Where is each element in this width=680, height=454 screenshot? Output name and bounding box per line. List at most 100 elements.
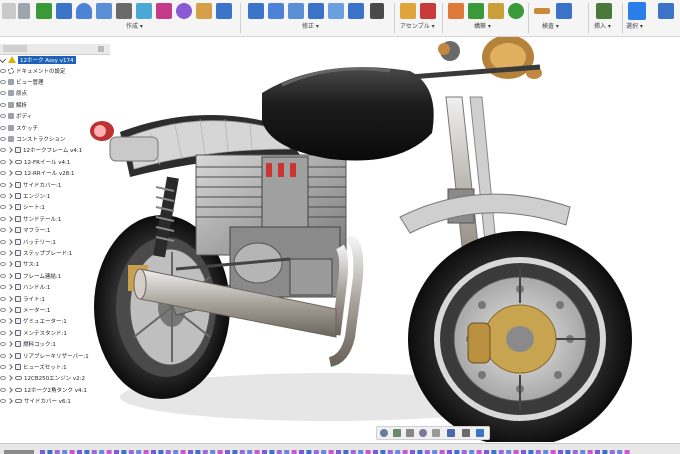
measure-icon[interactable] bbox=[534, 8, 550, 14]
fuel-tank[interactable] bbox=[262, 67, 434, 161]
timeline-feature[interactable] bbox=[262, 450, 267, 454]
timeline-feature[interactable] bbox=[269, 450, 275, 454]
visibility-eye-icon[interactable] bbox=[0, 228, 6, 233]
visibility-eye-icon[interactable] bbox=[0, 239, 6, 244]
chevron-right-icon[interactable] bbox=[7, 341, 13, 347]
timeline-feature[interactable] bbox=[254, 450, 260, 454]
chevron-right-icon[interactable] bbox=[7, 272, 13, 279]
front-wheel[interactable] bbox=[408, 231, 632, 447]
timeline-feature[interactable] bbox=[402, 450, 408, 454]
timeline-feature[interactable] bbox=[128, 450, 134, 454]
timeline-feature[interactable] bbox=[484, 450, 489, 454]
chevron-right-icon[interactable] bbox=[7, 398, 13, 404]
chevron-right-icon[interactable] bbox=[7, 181, 13, 188]
visibility-eye-icon[interactable] bbox=[0, 125, 6, 130]
browser-item[interactable]: 12-FRイール v4:1 bbox=[0, 156, 70, 167]
browser-item[interactable]: バッテリー:1 bbox=[0, 236, 56, 247]
browser-item[interactable]: ビュー管理 bbox=[0, 76, 44, 87]
axis-icon[interactable] bbox=[488, 3, 504, 19]
timeline-playback-controls[interactable] bbox=[4, 450, 34, 454]
visibility-eye-icon[interactable] bbox=[0, 307, 6, 312]
timeline-feature[interactable] bbox=[284, 450, 290, 454]
timeline-feature[interactable] bbox=[498, 450, 504, 454]
design-timeline[interactable] bbox=[0, 443, 680, 454]
visibility-eye-icon[interactable] bbox=[0, 376, 6, 381]
extrude-icon[interactable] bbox=[56, 3, 72, 19]
browser-item[interactable]: 12ホークフレーム v4:1 bbox=[0, 145, 82, 156]
chevron-right-icon[interactable] bbox=[7, 375, 13, 382]
construct-group-label[interactable]: 構築 ▾ bbox=[474, 21, 491, 30]
visibility-eye-icon[interactable] bbox=[0, 91, 6, 96]
browser-item[interactable]: ドキュメントの設定 bbox=[0, 65, 66, 76]
visibility-eye-icon[interactable] bbox=[0, 353, 6, 358]
timeline-feature[interactable] bbox=[424, 450, 430, 454]
timeline-feature[interactable] bbox=[217, 450, 223, 454]
visibility-eye-icon[interactable] bbox=[0, 159, 6, 164]
timeline-feature[interactable] bbox=[313, 450, 319, 454]
visibility-eye-icon[interactable] bbox=[0, 102, 6, 107]
chevron-right-icon[interactable] bbox=[7, 204, 13, 211]
timeline-feature[interactable] bbox=[202, 450, 208, 454]
timeline-feature[interactable] bbox=[609, 450, 615, 454]
timeline-feature[interactable] bbox=[558, 450, 563, 454]
save-icon[interactable] bbox=[18, 3, 30, 19]
chevron-right-icon[interactable] bbox=[7, 261, 13, 268]
grid-settings-icon[interactable] bbox=[462, 429, 470, 437]
visibility-eye-icon[interactable] bbox=[0, 387, 6, 392]
timeline-feature[interactable] bbox=[180, 450, 186, 454]
timeline-feature[interactable] bbox=[343, 450, 349, 454]
look-at-icon[interactable] bbox=[393, 429, 401, 437]
timeline-feature[interactable] bbox=[69, 450, 75, 454]
joint-icon[interactable] bbox=[420, 3, 436, 19]
browser-item[interactable]: 12-RRイール v28:1 bbox=[0, 168, 74, 179]
timeline-feature[interactable] bbox=[306, 450, 312, 454]
split-face-icon[interactable] bbox=[328, 3, 344, 19]
timeline-feature[interactable] bbox=[40, 450, 45, 454]
visibility-eye-icon[interactable] bbox=[0, 273, 6, 278]
browser-item[interactable]: サス:1 bbox=[0, 259, 39, 270]
fit-icon[interactable] bbox=[432, 429, 440, 437]
timeline-feature[interactable] bbox=[143, 450, 149, 454]
browser-item[interactable]: コンストラクション bbox=[0, 133, 65, 144]
chevron-right-icon[interactable] bbox=[7, 386, 13, 393]
timeline-feature[interactable] bbox=[572, 450, 578, 454]
browser-item[interactable]: リアブレーキリザーバー:1 bbox=[0, 350, 89, 361]
browser-item[interactable]: ライト:1 bbox=[0, 293, 45, 304]
visibility-eye-icon[interactable] bbox=[0, 296, 6, 301]
timeline-feature[interactable] bbox=[358, 450, 364, 454]
visibility-eye-icon[interactable] bbox=[0, 330, 6, 335]
timeline-feature[interactable] bbox=[387, 450, 393, 454]
timeline-feature[interactable] bbox=[91, 450, 97, 454]
form-icon[interactable] bbox=[136, 3, 152, 19]
chevron-right-icon[interactable] bbox=[7, 193, 13, 199]
timeline-feature[interactable] bbox=[121, 450, 127, 454]
timeline-feature[interactable] bbox=[587, 450, 593, 454]
chevron-right-icon[interactable] bbox=[7, 158, 13, 165]
timeline-feature[interactable] bbox=[328, 450, 334, 454]
chevron-right-icon[interactable] bbox=[7, 147, 13, 154]
timeline-feature[interactable] bbox=[410, 450, 415, 454]
visibility-eye-icon[interactable] bbox=[0, 79, 6, 84]
orbit-icon[interactable] bbox=[380, 429, 388, 437]
timeline-feature[interactable] bbox=[491, 450, 497, 454]
timeline-feature[interactable] bbox=[417, 450, 423, 454]
browser-item[interactable]: 原点 bbox=[0, 88, 27, 99]
shell-icon[interactable] bbox=[308, 3, 324, 19]
new-component-icon[interactable] bbox=[400, 3, 416, 19]
timeline-feature[interactable] bbox=[373, 450, 378, 454]
select-group-label[interactable]: 選択 ▾ bbox=[626, 21, 643, 30]
browser-doc-row[interactable]: 12ホーク Assy v174 bbox=[0, 54, 76, 65]
timeline-feature[interactable] bbox=[395, 450, 401, 454]
zoom-icon[interactable] bbox=[419, 429, 427, 437]
visibility-eye-icon[interactable] bbox=[0, 216, 6, 221]
timeline-feature[interactable] bbox=[454, 450, 460, 454]
browser-item[interactable]: シート:1 bbox=[0, 202, 45, 213]
timeline-feature[interactable] bbox=[99, 450, 105, 454]
timeline-feature[interactable] bbox=[291, 450, 297, 454]
point-icon[interactable] bbox=[508, 3, 524, 19]
chevron-right-icon[interactable] bbox=[7, 215, 13, 222]
timeline-feature[interactable] bbox=[173, 450, 179, 454]
timeline-feature[interactable] bbox=[365, 450, 371, 454]
timeline-feature[interactable] bbox=[602, 450, 608, 454]
timeline-feature[interactable] bbox=[543, 450, 549, 454]
